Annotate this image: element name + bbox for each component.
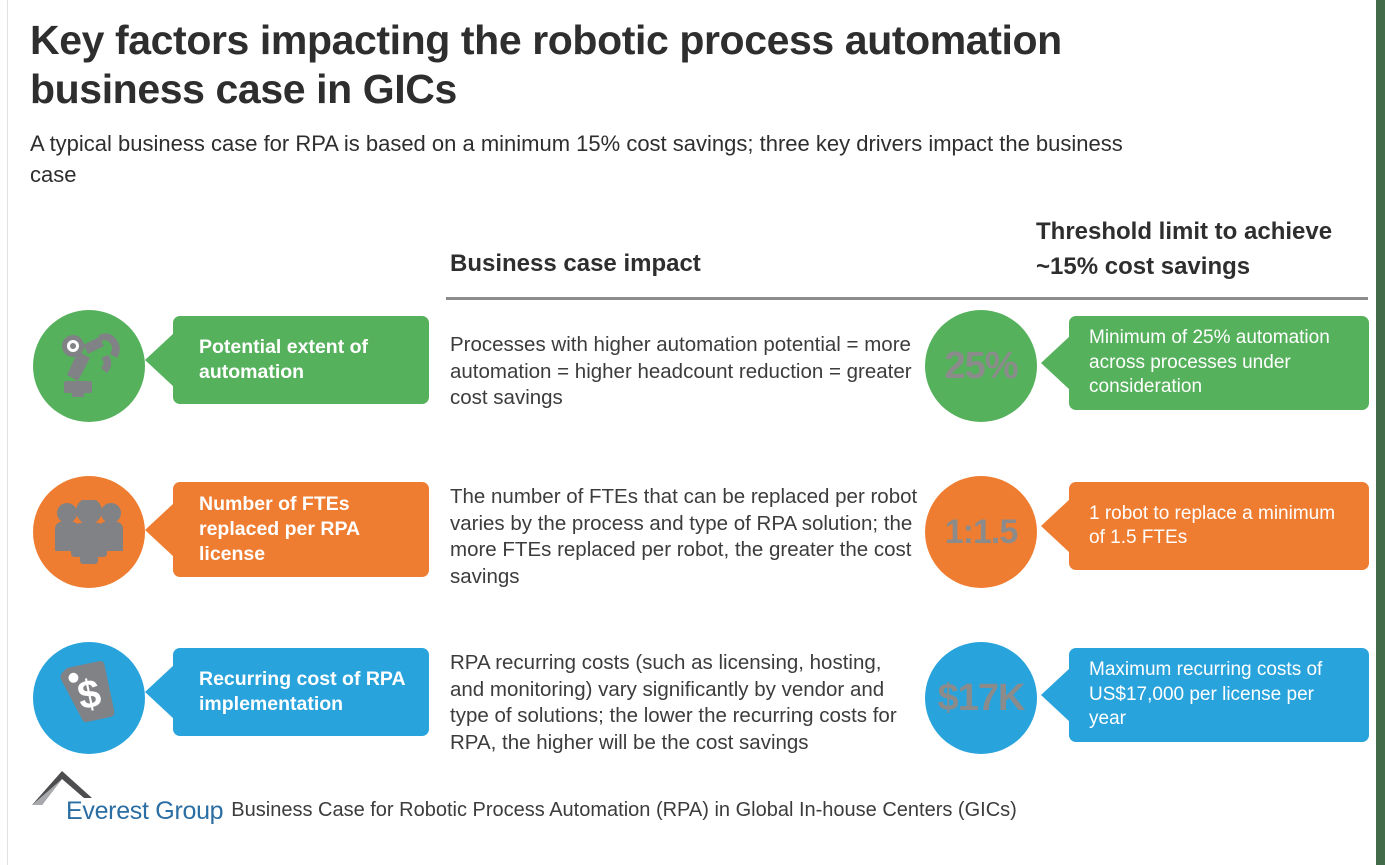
footer: Everest Group Business Case for Robotic … xyxy=(30,771,1017,826)
callout-arrow-icon xyxy=(1041,499,1070,553)
value-circle-automation: 25% xyxy=(925,310,1037,422)
robot-arm-icon xyxy=(52,331,126,401)
value-label: 1:1.5 xyxy=(944,513,1018,551)
impact-text-recurring-cost: RPA recurring costs (such as licensing, … xyxy=(450,651,897,754)
driver-label: Potential extent of automation xyxy=(199,336,369,383)
infographic-slide: Key factors impacting the robotic proces… xyxy=(0,0,1385,865)
threshold-text: Maximum recurring costs of US$17,000 per… xyxy=(1089,659,1323,729)
callout-arrow-icon xyxy=(1041,335,1070,390)
driver-callout-ftes: Number of FTEs replaced per RPA license xyxy=(145,482,429,577)
everest-group-logo: Everest Group xyxy=(30,771,224,826)
threshold-callout-recurring-cost: Maximum recurring costs of US$17,000 per… xyxy=(1041,648,1369,742)
driver-row-recurring-cost: $ Recurring cost of RPA implementation R… xyxy=(0,642,1385,754)
callout-arrow-icon xyxy=(145,665,174,719)
price-tag-dollar-icon: $ xyxy=(54,660,124,736)
impact-text-ftes: The number of FTEs that can be replaced … xyxy=(450,485,918,588)
page-title: Key factors impacting the robotic proces… xyxy=(30,17,1062,112)
mountain-peak-icon xyxy=(32,771,96,812)
driver-callout-recurring-cost: Recurring cost of RPA implementation xyxy=(145,648,429,736)
callout-arrow-icon xyxy=(145,502,174,557)
column-header-business-case-impact: Business case impact xyxy=(450,250,701,277)
driver-callout-automation: Potential extent of automation xyxy=(145,316,429,404)
callout-arrow-icon xyxy=(1041,667,1070,722)
icon-circle-ftes xyxy=(33,476,145,588)
footer-note: Business Case for Robotic Process Automa… xyxy=(231,799,1017,821)
people-group-icon xyxy=(52,500,126,564)
value-circle-ftes: 1:1.5 xyxy=(925,476,1037,588)
value-label: 25% xyxy=(944,345,1018,387)
driver-label: Recurring cost of RPA implementation xyxy=(199,668,405,715)
driver-label: Number of FTEs replaced per RPA license xyxy=(199,493,360,565)
callout-arrow-icon xyxy=(145,333,174,387)
threshold-callout-automation: Minimum of 25% automation across process… xyxy=(1041,316,1369,410)
threshold-text: 1 robot to replace a minimum of 1.5 FTEs xyxy=(1089,502,1336,549)
value-circle-recurring-cost: $17K xyxy=(925,642,1037,754)
header-divider-rule xyxy=(446,297,1368,300)
driver-row-automation-extent: Potential extent of automation Processes… xyxy=(0,310,1385,422)
impact-text-automation: Processes with higher automation potenti… xyxy=(450,333,912,409)
threshold-callout-ftes: 1 robot to replace a minimum of 1.5 FTEs xyxy=(1041,482,1369,570)
column-header-threshold-limit: Threshold limit to achieve ~15% cost sav… xyxy=(1036,214,1381,284)
value-label: $17K xyxy=(937,677,1026,719)
header: Key factors impacting the robotic proces… xyxy=(30,16,1230,190)
icon-circle-automation xyxy=(33,310,145,422)
icon-circle-recurring-cost: $ xyxy=(33,642,145,754)
threshold-text: Minimum of 25% automation across process… xyxy=(1089,327,1330,397)
page-subtitle: A typical business case for RPA is based… xyxy=(30,131,1123,187)
driver-row-ftes-replaced: Number of FTEs replaced per RPA license … xyxy=(0,476,1385,588)
threshold-header-line-1: Threshold limit to achieve xyxy=(1036,218,1333,245)
threshold-header-line-2: ~15% cost savings xyxy=(1036,253,1251,280)
